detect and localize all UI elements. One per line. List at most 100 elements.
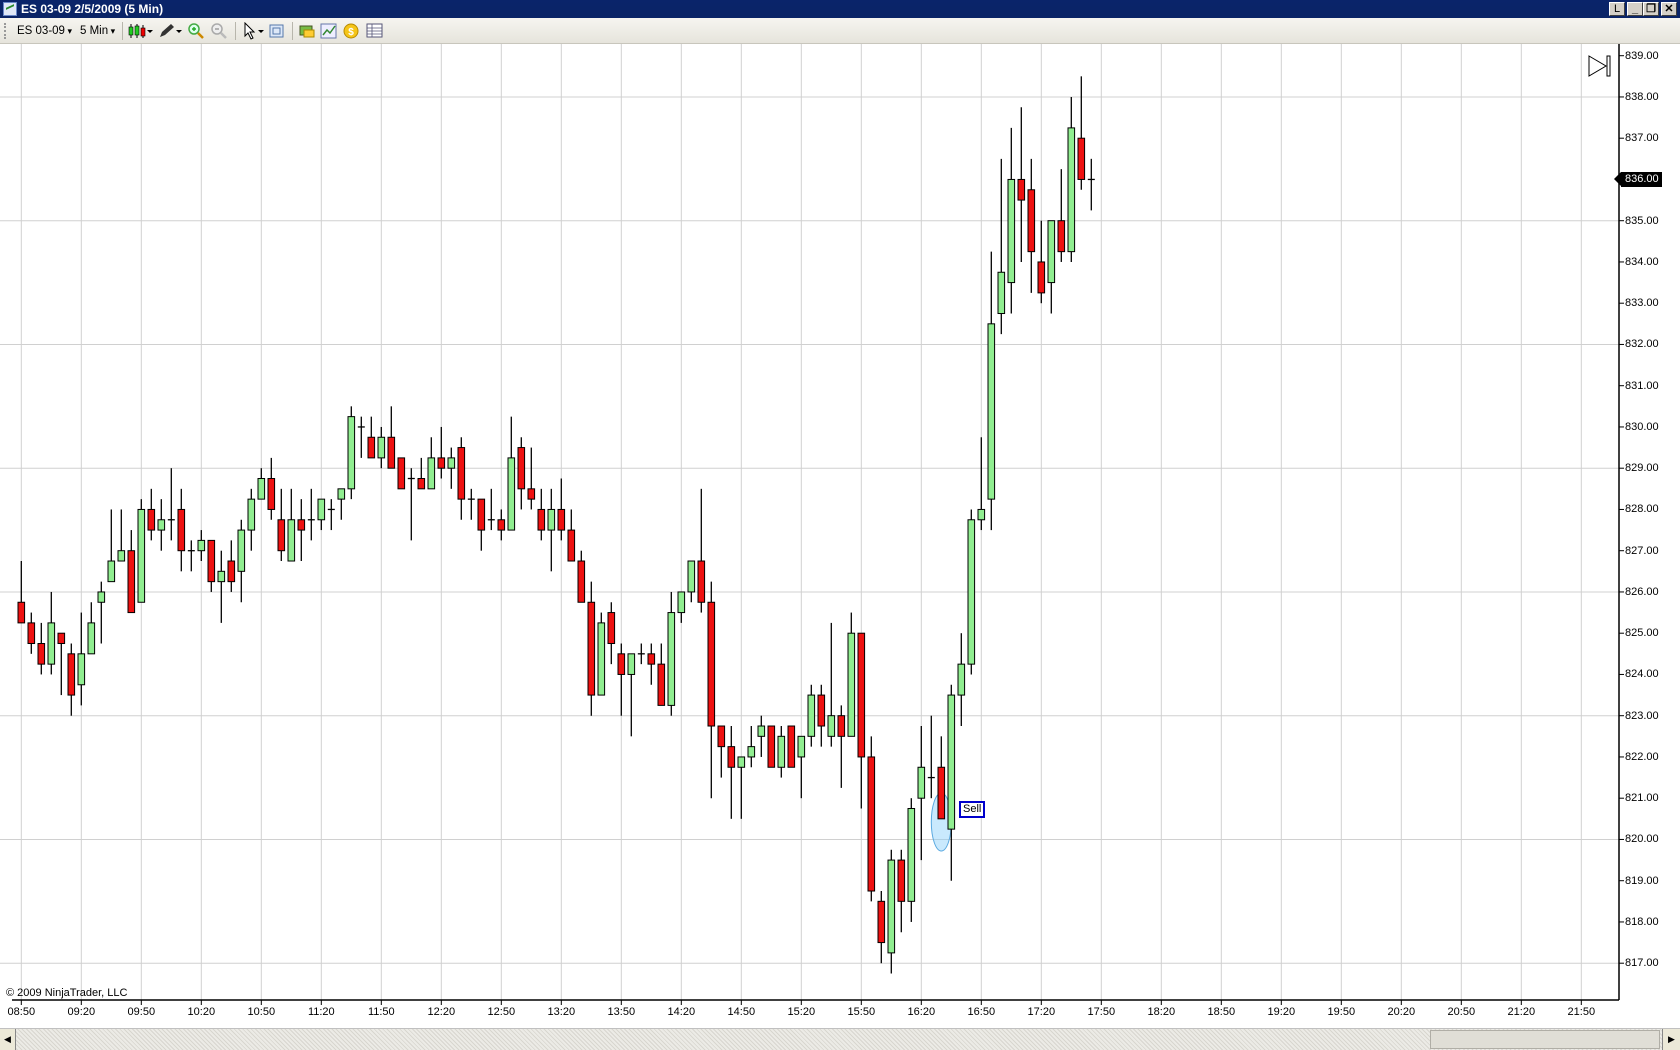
candle-bar-64[interactable] — [657, 643, 666, 706]
candle-bar-31[interactable] — [327, 499, 335, 531]
candle-bar-92[interactable] — [937, 736, 946, 820]
properties-icon[interactable] — [269, 22, 285, 40]
candle-bar-42[interactable] — [437, 426, 446, 479]
candle-bar-50[interactable] — [517, 437, 526, 510]
candle-bar-7[interactable] — [87, 602, 96, 655]
candle-bar-32[interactable] — [337, 488, 346, 520]
candle-bar-104[interactable] — [1057, 169, 1066, 262]
candle-bar-34[interactable] — [357, 416, 365, 458]
candle-bar-72[interactable] — [737, 756, 746, 819]
candle-bar-71[interactable] — [727, 726, 736, 819]
candle-bar-21[interactable] — [227, 540, 236, 592]
restore-button[interactable]: ❐ — [1643, 2, 1659, 16]
candle-bar-23[interactable] — [247, 488, 256, 551]
candle-bar-1[interactable] — [27, 612, 36, 654]
candle-bar-106[interactable] — [1077, 76, 1086, 190]
candle-bar-37[interactable] — [387, 406, 396, 469]
candle-bar-95[interactable] — [967, 509, 976, 675]
scroll-to-end-icon[interactable] — [1588, 54, 1612, 78]
candle-bar-107[interactable] — [1087, 158, 1095, 211]
candle-bar-77[interactable] — [787, 725, 796, 768]
candle-bar-10[interactable] — [117, 509, 126, 562]
candle-bar-44[interactable] — [457, 437, 466, 520]
candle-bar-98[interactable] — [997, 158, 1006, 335]
candle-bar-74[interactable] — [757, 715, 766, 757]
candle-bar-87[interactable] — [887, 849, 896, 974]
candle-bar-13[interactable] — [147, 488, 156, 541]
candle-bar-20[interactable] — [217, 550, 226, 623]
scroll-right-arrow-icon[interactable]: ▶ — [1662, 1029, 1680, 1050]
candle-bar-24[interactable] — [257, 468, 266, 500]
candle-bar-45[interactable] — [467, 488, 475, 520]
candle-bar-62[interactable] — [637, 643, 645, 665]
candle-bar-78[interactable] — [797, 735, 806, 799]
candle-bar-105[interactable] — [1067, 96, 1076, 262]
close-button[interactable]: ✕ — [1661, 2, 1677, 16]
candle-bar-67[interactable] — [687, 560, 696, 603]
candle-bar-65[interactable] — [667, 591, 676, 716]
pointer-icon[interactable] — [242, 21, 266, 40]
candle-bar-85[interactable] — [867, 736, 876, 902]
candle-bar-57[interactable] — [587, 581, 596, 716]
candle-bar-56[interactable] — [577, 550, 586, 603]
candle-bar-75[interactable] — [767, 725, 776, 768]
candle-bar-27[interactable] — [287, 488, 296, 562]
candle-bar-12[interactable] — [137, 499, 146, 603]
candle-bar-47[interactable] — [487, 488, 495, 531]
zoom-in-icon[interactable] — [187, 22, 205, 40]
sell-marker-label[interactable]: Sell — [959, 801, 986, 818]
candle-bar-97[interactable] — [987, 251, 996, 531]
horizontal-scrollbar[interactable]: ◀ ▶ — [0, 1028, 1680, 1050]
candle-bar-83[interactable] — [847, 612, 856, 737]
candle-bar-4[interactable] — [57, 632, 66, 696]
candle-bar-70[interactable] — [717, 725, 726, 778]
candle-bar-103[interactable] — [1047, 220, 1056, 314]
candle-bar-25[interactable] — [267, 457, 276, 520]
candle-bar-68[interactable] — [697, 488, 706, 613]
candle-bar-36[interactable] — [377, 426, 386, 469]
candle-bar-9[interactable] — [107, 509, 116, 583]
candle-bar-14[interactable] — [157, 499, 166, 551]
candle-bar-99[interactable] — [1007, 127, 1016, 314]
data-grid-icon[interactable] — [366, 22, 384, 40]
candle-bar-91[interactable] — [927, 715, 935, 799]
candle-bar-19[interactable] — [207, 539, 216, 592]
data-box-icon[interactable] — [298, 22, 316, 40]
candle-bar-28[interactable] — [297, 499, 306, 562]
price-chart[interactable]: 839.00 838.00 837.00 835.00 834.00 833.00 832.… — [0, 44, 1680, 1028]
candle-bar-38[interactable] — [397, 457, 406, 490]
candle-bar-33[interactable] — [347, 406, 356, 500]
candle-bar-86[interactable] — [877, 891, 886, 964]
candle-bar-8[interactable] — [97, 581, 106, 644]
candle-bar-101[interactable] — [1027, 158, 1036, 293]
instrument-selector[interactable]: ES 03-09 — [17, 22, 72, 40]
candle-bar-81[interactable] — [827, 622, 836, 747]
candle-bar-22[interactable] — [237, 519, 246, 603]
interval-selector[interactable]: 5 Min — [80, 22, 115, 40]
candle-bar-6[interactable] — [77, 612, 86, 706]
candle-bar-88[interactable] — [897, 849, 906, 933]
candle-bar-5[interactable] — [67, 643, 76, 716]
toolbar-grip[interactable] — [4, 23, 6, 39]
candle-bar-17[interactable] — [187, 540, 195, 572]
candle-bar-84[interactable] — [857, 632, 866, 809]
candle-bar-41[interactable] — [427, 437, 436, 490]
candle-bar-3[interactable] — [47, 591, 56, 675]
candle-bar-100[interactable] — [1017, 107, 1026, 262]
candle-bar-11[interactable] — [127, 530, 136, 614]
zoom-out-icon[interactable] — [210, 22, 228, 40]
scroll-left-arrow-icon[interactable]: ◀ — [0, 1029, 16, 1050]
candle-bar-52[interactable] — [537, 488, 546, 541]
candle-bar-39[interactable] — [407, 468, 415, 541]
candle-bar-80[interactable] — [817, 684, 826, 747]
candle-bar-102[interactable] — [1037, 220, 1046, 304]
candle-bar-93[interactable] — [947, 684, 956, 881]
link-button[interactable]: L — [1609, 2, 1625, 16]
candle-bar-82[interactable] — [837, 705, 846, 788]
candle-bar-60[interactable] — [617, 643, 626, 716]
candle-bar-73[interactable] — [747, 726, 756, 768]
candle-bar-89[interactable] — [907, 798, 916, 922]
candle-bar-55[interactable] — [567, 509, 576, 562]
candle-bar-66[interactable] — [677, 591, 686, 623]
candle-bar-58[interactable] — [597, 612, 606, 696]
